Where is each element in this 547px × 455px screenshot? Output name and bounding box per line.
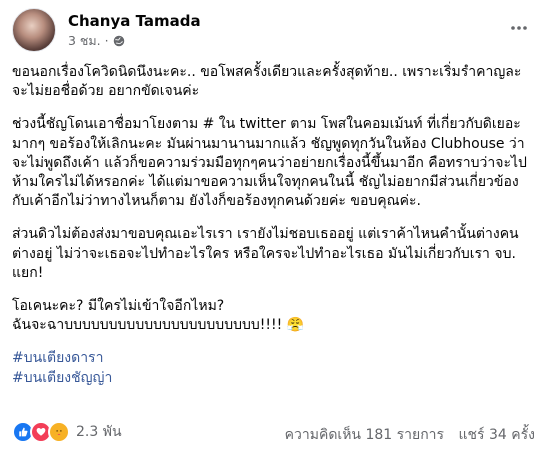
facebook-post: Chanya Tamada 3 ชม. · ขอนอกเรื่องโควิดนิ…	[0, 0, 547, 455]
engagement-counts: ความคิดเห็น 181 รายการ แชร์ 34 ครั้ง	[285, 424, 535, 446]
post-paragraph-1: ขอนอกเรื่องโควิดนิดนึงนะคะ.. ขอโพสครั้งเ…	[12, 64, 522, 100]
comment-count-link[interactable]: ความคิดเห็น 181 รายการ	[285, 427, 444, 443]
separator-dot: ·	[104, 32, 109, 48]
hashtag-list: #บนเตียงดารา #บนเตียงชัญญ่า	[12, 349, 532, 387]
reaction-count: 2.3 พัน	[76, 424, 122, 440]
post-paragraph-3: ส่วนดิวไม่ต้องส่งมาขอบคุณเอะไรเรา เรายัง…	[12, 226, 519, 281]
more-options-icon[interactable]	[505, 14, 533, 42]
hashtag-link[interactable]: #บนเตียงชัญญ่า	[12, 369, 532, 388]
post-meta: Chanya Tamada 3 ชม. ·	[68, 12, 201, 49]
share-count-link[interactable]: แชร์ 34 ครั้ง	[459, 427, 535, 443]
author-name[interactable]: Chanya Tamada	[68, 12, 201, 30]
avatar[interactable]	[12, 8, 56, 52]
post-paragraph-4: โอเคนะคะ? มีใครไม่เข้าใจอีกไหม? ฉันจะฉาบ…	[12, 298, 305, 334]
post-body: ขอนอกเรื่องโควิดนิดนึงนะคะ.. ขอโพสครั้งเ…	[12, 63, 532, 388]
post-header: Chanya Tamada 3 ชม. ·	[12, 8, 201, 52]
reaction-summary[interactable]: 2.3 พัน	[12, 421, 122, 443]
post-paragraph-2: ช่วงนี้ชัญโดนเอาชื่อมาโยงตาม # ใน twitte…	[12, 116, 527, 210]
globe-icon[interactable]	[113, 35, 125, 47]
hashtag-link[interactable]: #บนเตียงดารา	[12, 349, 532, 368]
reaction-icons	[12, 421, 70, 443]
post-timestamp[interactable]: 3 ชม.	[68, 33, 101, 49]
care-icon	[48, 421, 70, 443]
post-subline: 3 ชม. ·	[68, 33, 201, 49]
